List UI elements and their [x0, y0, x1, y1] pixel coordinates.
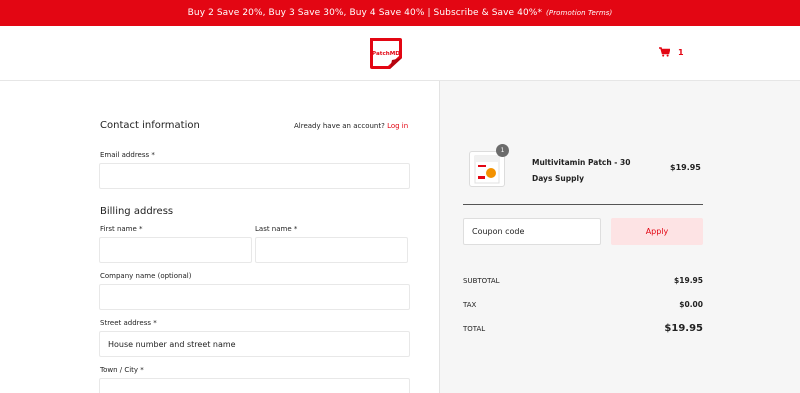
contact-information-heading: Contact information — [100, 120, 200, 131]
coupon-input[interactable] — [464, 219, 600, 244]
login-link[interactable]: Log in — [387, 122, 408, 130]
company-name-field[interactable] — [99, 284, 410, 310]
last-name-input[interactable] — [256, 238, 407, 263]
first-name-input[interactable] — [100, 238, 251, 263]
cart-icon — [659, 47, 670, 57]
product-name: Multivitamin Patch - 30 Days Supply — [532, 158, 631, 183]
city-input[interactable] — [100, 379, 409, 393]
total-value: $19.95 — [664, 323, 703, 334]
subtotal-row: SUBTOTAL $19.95 — [463, 276, 703, 285]
patchmd-logo[interactable]: PatchMD — [367, 36, 404, 71]
cart-count: 1 — [678, 47, 684, 57]
cart-button[interactable]: 1 — [659, 47, 684, 57]
total-row: TOTAL $19.95 — [463, 323, 703, 334]
billing-address-heading: Billing address — [100, 206, 174, 217]
apply-coupon-button[interactable]: Apply — [611, 218, 703, 245]
street-address-input[interactable] — [100, 332, 409, 357]
tax-label: TAX — [463, 300, 477, 309]
street-address-label: Street address * — [100, 319, 157, 327]
first-name-label: First name * — [100, 225, 143, 233]
email-label: Email address * — [100, 151, 155, 159]
product-price: $19.95 — [670, 163, 701, 172]
company-name-input[interactable] — [100, 285, 409, 310]
city-label: Town / City * — [100, 366, 144, 374]
promo-text: Buy 2 Save 20%, Buy 3 Save 30%, Buy 4 Sa… — [187, 8, 543, 18]
account-prompt-text: Already have an account? — [294, 122, 385, 130]
email-field[interactable] — [99, 163, 410, 189]
email-input[interactable] — [100, 164, 409, 189]
subtotal-value: $19.95 — [674, 276, 703, 285]
quantity-badge: 1 — [496, 144, 509, 157]
promotion-terms-link[interactable]: (Promotion Terms) — [546, 9, 612, 17]
last-name-field[interactable] — [255, 237, 408, 263]
company-name-label: Company name (optional) — [100, 272, 192, 280]
first-name-field[interactable] — [99, 237, 252, 263]
street-address-field[interactable] — [99, 331, 410, 357]
multivitamin-box-icon — [474, 155, 500, 184]
order-divider — [463, 204, 703, 205]
subtotal-label: SUBTOTAL — [463, 276, 500, 285]
account-prompt: Already have an account? Log in — [294, 122, 408, 130]
city-field[interactable] — [99, 378, 410, 393]
last-name-label: Last name * — [255, 225, 298, 233]
logo-text: PatchMD — [372, 51, 400, 57]
tax-row: TAX $0.00 — [463, 300, 703, 309]
site-header: PatchMD 1 — [0, 26, 800, 81]
coupon-field[interactable] — [463, 218, 601, 245]
total-label: TOTAL — [463, 324, 486, 333]
tax-value: $0.00 — [679, 300, 703, 309]
promo-banner: Buy 2 Save 20%, Buy 3 Save 30%, Buy 4 Sa… — [0, 0, 800, 26]
